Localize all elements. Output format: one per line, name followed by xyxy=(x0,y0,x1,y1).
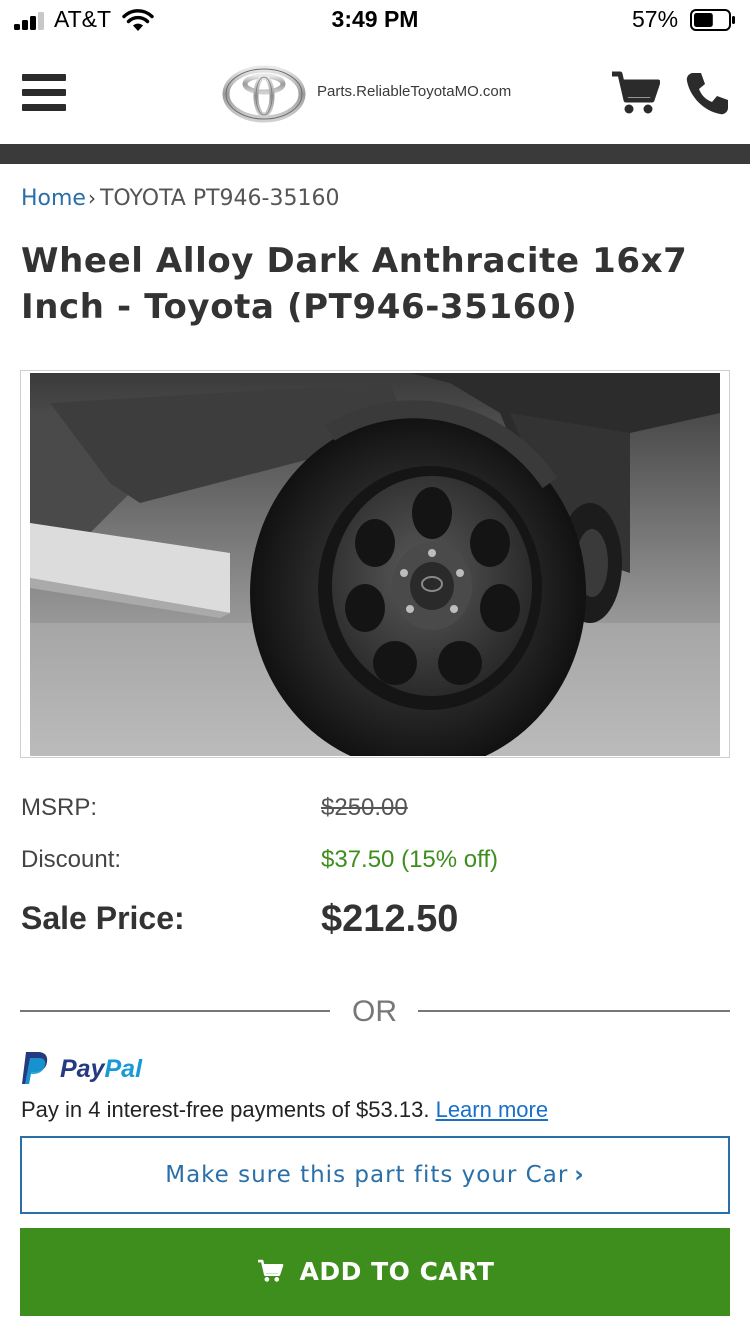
toyota-logo-icon xyxy=(222,65,306,123)
discount-value: $37.50 (15% off) xyxy=(321,846,499,873)
paypal-p-icon xyxy=(22,1052,48,1084)
product-image[interactable] xyxy=(20,370,730,758)
msrp-label: MSRP: xyxy=(21,794,98,821)
site-name: Parts.ReliableToyotaMO.com xyxy=(317,83,512,100)
add-to-cart-button[interactable]: ADD TO CART xyxy=(20,1228,730,1316)
or-divider-text: OR xyxy=(352,995,397,1028)
msrp-value: $250.00 xyxy=(321,794,408,821)
status-bar: AT&T 3:49 PM 57% xyxy=(0,0,750,42)
hamburger-menu-icon[interactable] xyxy=(22,74,66,112)
sale-price-value: $212.50 xyxy=(321,898,459,940)
discount-label: Discount: xyxy=(21,846,122,873)
add-to-cart-label: ADD TO CART xyxy=(299,1257,495,1286)
site-header: Parts.ReliableToyotaMO.com xyxy=(0,44,750,144)
chevron-right-icon: › xyxy=(574,1162,585,1188)
wheel-photo-illustration xyxy=(30,373,720,756)
breadcrumb-separator-icon: › xyxy=(87,186,96,210)
learn-more-link[interactable]: Learn more xyxy=(436,1097,549,1122)
paypal-message: Pay in 4 interest-free payments of $53.1… xyxy=(21,1097,548,1123)
battery-icon xyxy=(690,9,735,31)
header-divider-bar xyxy=(0,144,750,164)
paypal-logo: PayPal xyxy=(20,1050,180,1088)
phone-icon[interactable] xyxy=(684,70,730,116)
breadcrumb-current: TOYOTA PT946-35160 xyxy=(99,186,340,211)
fit-check-button[interactable]: Make sure this part fits your Car › xyxy=(20,1136,730,1214)
cart-icon[interactable] xyxy=(610,70,660,116)
cart-icon xyxy=(257,1259,283,1282)
product-title: Wheel Alloy Dark Anthracite 16x7 Inch - … xyxy=(21,241,688,327)
site-logo[interactable]: Parts.ReliableToyotaMO.com xyxy=(222,62,532,126)
breadcrumb: Home › TOYOTA PT946-35160 xyxy=(21,186,339,211)
paypal-wordmark: PayPal xyxy=(60,1055,143,1083)
sale-price-label: Sale Price: xyxy=(21,900,185,936)
or-divider-right xyxy=(418,1010,730,1012)
or-divider-left xyxy=(20,1010,330,1012)
battery-percent: 57% xyxy=(632,6,679,32)
paypal-installment-text: Pay in 4 interest-free payments of $53.1… xyxy=(21,1097,430,1122)
breadcrumb-home-link[interactable]: Home xyxy=(21,186,86,211)
fit-check-label: Make sure this part fits your Car xyxy=(165,1162,569,1188)
